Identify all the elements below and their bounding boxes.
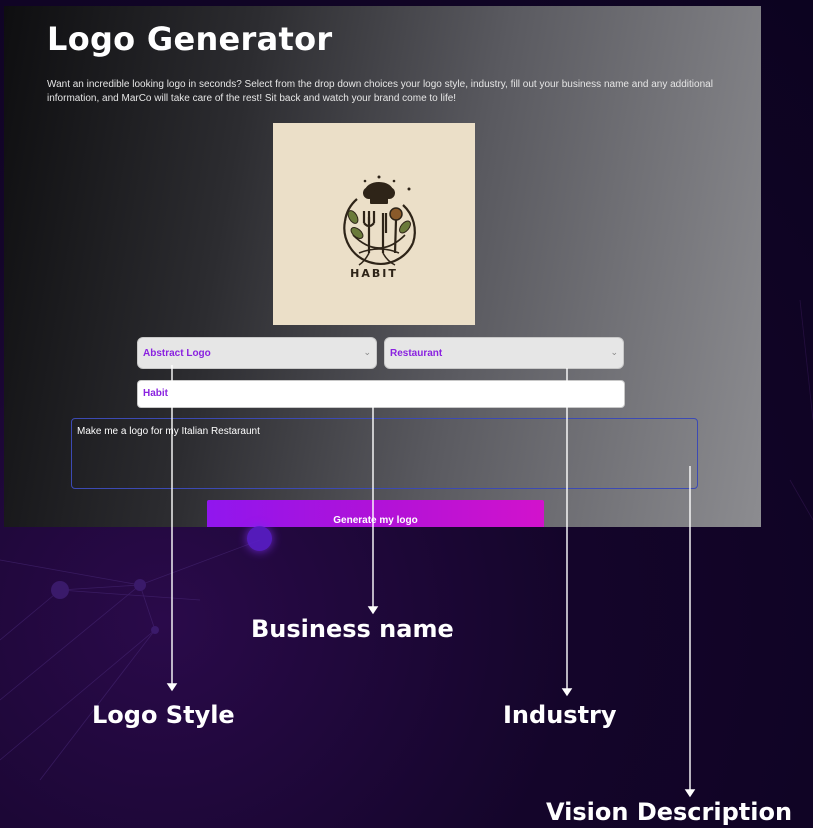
- chef-hat-fork-logo-icon: [343, 175, 416, 266]
- callout-logo-style: Logo Style: [92, 701, 235, 729]
- logo-preview: HABIT: [273, 123, 475, 325]
- callout-industry: Industry: [503, 701, 617, 729]
- chevron-down-icon: ⌄: [363, 347, 371, 357]
- page-description: Want an incredible looking logo in secon…: [47, 79, 713, 104]
- business-name-input[interactable]: Habit: [137, 380, 625, 408]
- vision-description-textarea[interactable]: Make me a logo for my Italian Restaraunt: [71, 418, 698, 489]
- logo-brand-text: HABIT: [350, 267, 398, 280]
- app-screenshot: Logo Generator Want an incredible lookin…: [4, 6, 761, 527]
- generate-logo-label: Generate my logo: [333, 515, 418, 526]
- logo-style-value: Abstract Logo: [143, 348, 211, 359]
- generate-logo-button[interactable]: Generate my logo: [207, 500, 544, 527]
- business-name-value: Habit: [143, 388, 168, 399]
- decorative-glow-dot: [247, 526, 272, 551]
- chevron-down-icon: ⌄: [610, 347, 618, 357]
- logo-style-select[interactable]: Abstract Logo ⌄: [137, 337, 377, 369]
- callout-business-name: Business name: [251, 615, 454, 643]
- industry-select[interactable]: Restaurant ⌄: [384, 337, 624, 369]
- page-title: Logo Generator: [47, 20, 333, 58]
- industry-value: Restaurant: [390, 348, 443, 359]
- vision-description-value: Make me a logo for my Italian Restaraunt: [77, 426, 260, 437]
- callout-vision-description: Vision Description: [546, 798, 793, 826]
